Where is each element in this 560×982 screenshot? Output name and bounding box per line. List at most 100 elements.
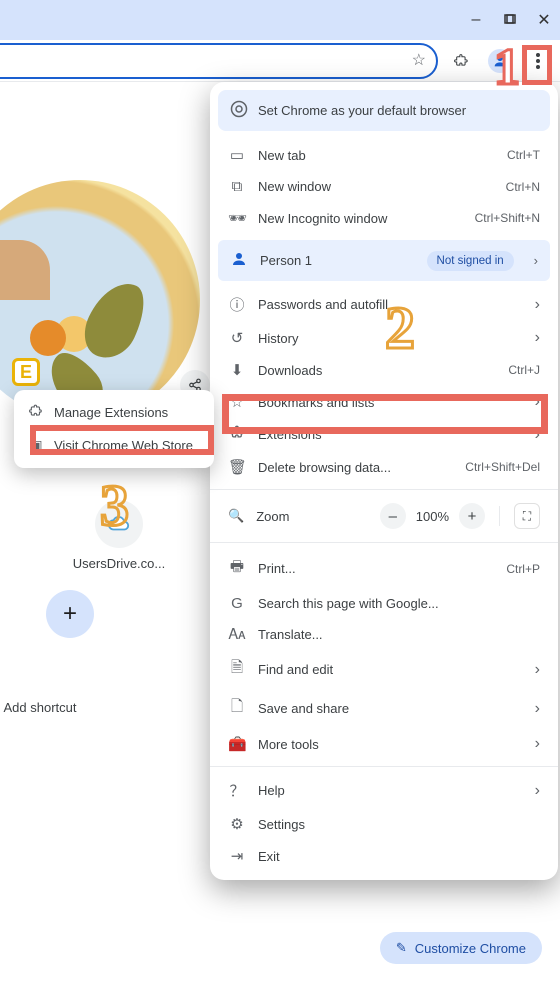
menu-new-tab-label: New tab [258, 148, 306, 163]
annotation-box-1 [522, 45, 552, 85]
menu-zoom: 🔍 Zoom – 100% + ⛶ [210, 496, 558, 536]
maximize-icon [504, 14, 516, 26]
menu-delete-label: Delete browsing data... [258, 460, 391, 475]
zoom-icon: 🔍 [228, 508, 244, 524]
browser-toolbar: ☆ [0, 40, 560, 82]
menu-help[interactable]: ？Help› [210, 773, 558, 808]
puzzle-icon [453, 52, 471, 70]
menu-translate-label: Translate... [258, 627, 323, 642]
menu-save-share-label: Save and share [258, 701, 349, 716]
shortcut-text: Ctrl+Shift+Del [465, 460, 540, 474]
chevron-right-icon: › [535, 700, 540, 718]
chevron-right-icon: › [535, 329, 540, 347]
chevron-right-icon: › [535, 661, 540, 679]
menu-separator [210, 489, 558, 490]
chrome-icon [230, 100, 248, 121]
person-icon [230, 250, 248, 271]
extensions-popover: Manage Extensions ▣ Visit Chrome Web Sto… [14, 390, 214, 468]
shortcut-text: Ctrl+J [508, 363, 540, 377]
menu-history[interactable]: ↺ History › [210, 322, 558, 354]
bookmark-star-icon[interactable]: ☆ [412, 53, 426, 69]
annotation-number-3: 3 [100, 472, 129, 539]
signin-status-pill: Not signed in [427, 251, 514, 271]
menu-separator [210, 766, 558, 767]
chevron-right-icon: › [535, 735, 540, 753]
menu-search-google[interactable]: G Search this page with Google... [210, 588, 558, 619]
menu-incognito[interactable]: 🕶New Incognito windowCtrl+Shift+N [210, 202, 558, 234]
menu-settings[interactable]: ⚙ Settings [210, 808, 558, 840]
divider [499, 506, 500, 526]
manage-extensions-label: Manage Extensions [54, 405, 168, 420]
menu-search-google-label: Search this page with Google... [258, 596, 439, 611]
menu-settings-label: Settings [258, 817, 305, 832]
menu-print[interactable]: 🖶Print...Ctrl+P [210, 549, 558, 588]
zoom-in-button[interactable]: + [459, 503, 485, 529]
store-icon: ▣ [28, 437, 44, 454]
chevron-right-icon: › [534, 253, 538, 268]
menu-exit[interactable]: ⇥Exit [210, 840, 558, 872]
annotation-number-1: 1 [494, 38, 520, 97]
trash-icon: 🗑 [228, 458, 246, 476]
pencil-icon: ✎ [396, 940, 407, 956]
extensions-toolbar-icon[interactable] [448, 47, 476, 75]
menu-history-label: History [258, 331, 298, 346]
menu-downloads[interactable]: ⬇ Downloads Ctrl+J [210, 354, 558, 386]
menu-new-window[interactable]: ⧉ New window Ctrl+N [210, 171, 558, 202]
shortcut-text: Ctrl+Shift+N [475, 211, 540, 225]
menu-passwords[interactable]: ⓘ Passwords and autofill › [210, 287, 558, 322]
omnibox[interactable]: ☆ [0, 43, 438, 79]
chevron-right-icon: › [535, 782, 540, 800]
customize-chrome-button[interactable]: ✎ Customize Chrome [380, 932, 542, 964]
window-minimize-icon[interactable]: – [468, 12, 484, 28]
menu-new-tab[interactable]: ▭ New tab Ctrl+T [210, 139, 558, 171]
google-g-icon: G [228, 595, 246, 612]
menu-downloads-label: Downloads [258, 363, 322, 378]
plus-icon: + [46, 590, 94, 638]
window-close-icon[interactable]: ✕ [536, 12, 552, 28]
shortcut-text: Ctrl+T [507, 148, 540, 162]
menu-incognito-label: New Incognito window [258, 211, 387, 226]
manage-extensions-item[interactable]: Manage Extensions [14, 396, 214, 429]
gear-icon: ⚙ [228, 815, 246, 833]
window-maximize-icon[interactable] [502, 12, 518, 28]
menu-more-tools-label: More tools [258, 737, 319, 752]
menu-delete-browsing-data[interactable]: 🗑 Delete browsing data... Ctrl+Shift+Del [210, 451, 558, 483]
history-icon: ↺ [228, 329, 246, 347]
doodle-letter-badge: E [12, 358, 40, 386]
shortcut-text: Ctrl+P [506, 562, 540, 576]
chevron-right-icon: › [535, 296, 540, 314]
find-icon: 🗎 [228, 657, 246, 682]
download-icon: ⬇ [228, 361, 246, 379]
fullscreen-button[interactable]: ⛶ [514, 503, 540, 529]
menu-save-share[interactable]: 🗋 Save and share › [210, 689, 558, 728]
tab-icon: ▭ [228, 146, 246, 164]
menu-separator [210, 542, 558, 543]
file-icon: 🗋 [228, 696, 246, 721]
toolbox-icon: 🧰 [228, 735, 246, 753]
zoom-value: 100% [416, 509, 449, 524]
menu-exit-label: Exit [258, 849, 280, 864]
menu-new-window-label: New window [258, 179, 331, 194]
menu-find[interactable]: 🗎Find and edit› [210, 650, 558, 689]
visit-web-store-label: Visit Chrome Web Store [54, 438, 193, 453]
menu-passwords-label: Passwords and autofill [258, 297, 388, 312]
menu-profile-row[interactable]: Person 1 Not signed in › [218, 240, 550, 281]
customize-chrome-label: Customize Chrome [415, 941, 526, 956]
zoom-out-button[interactable]: – [380, 503, 406, 529]
annotation-box-2 [222, 394, 548, 434]
annotation-number-2: 2 [385, 294, 415, 363]
add-shortcut-tile[interactable]: + Add shortcut [10, 590, 130, 715]
shortcut-text: Ctrl+N [506, 180, 540, 194]
window-icon: ⧉ [228, 178, 246, 195]
key-icon: ⓘ [228, 294, 246, 315]
add-shortcut-label: Add shortcut [0, 700, 130, 715]
shortcut-label: UsersDrive.co... [64, 556, 174, 571]
visit-web-store-item[interactable]: ▣ Visit Chrome Web Store [14, 429, 214, 462]
menu-more-tools[interactable]: 🧰 More tools › [210, 728, 558, 760]
default-browser-text: Set Chrome as your default browser [258, 103, 466, 118]
translate-icon: 🗛 [228, 626, 246, 643]
menu-translate[interactable]: 🗛 Translate... [210, 619, 558, 650]
zoom-controls: – 100% + ⛶ [380, 503, 540, 529]
puzzle-icon [28, 404, 44, 421]
zoom-label: Zoom [256, 509, 289, 524]
